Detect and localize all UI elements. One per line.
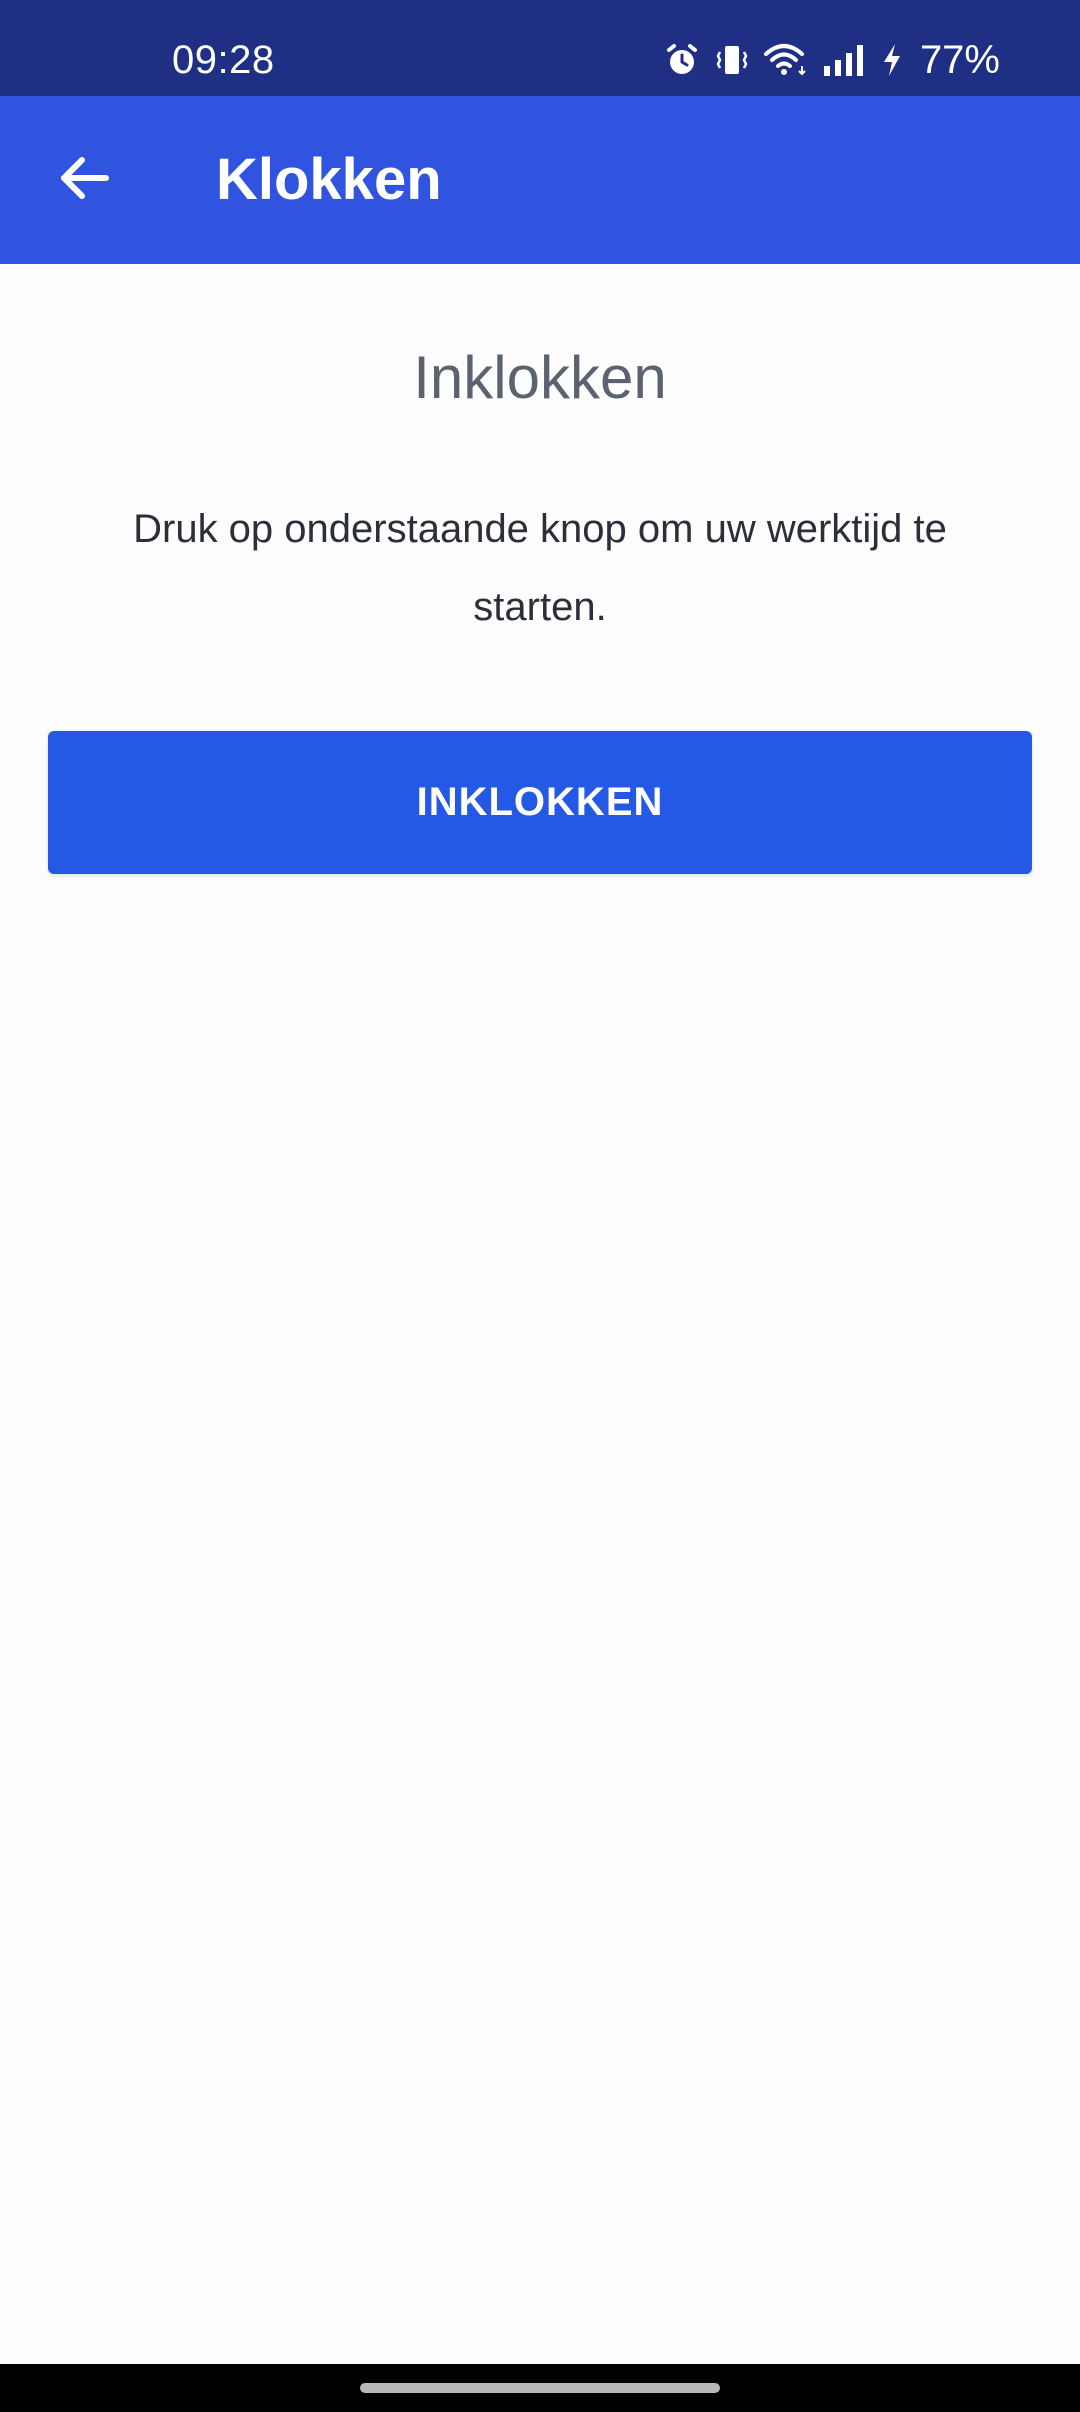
arrow-left-icon <box>56 150 112 211</box>
status-icons: 77% <box>664 37 1000 82</box>
clock-in-button[interactable]: INKLOKKEN <box>48 731 1032 874</box>
status-time: 09:28 <box>172 38 275 82</box>
instruction-text: Druk op onderstaande knop om uw werktijd… <box>133 507 947 629</box>
page-heading: Inklokken <box>413 344 667 411</box>
status-bar: 09:28 77% <box>0 0 1080 96</box>
charging-icon <box>880 42 904 78</box>
app-title: Klokken <box>216 147 442 212</box>
battery-percentage: 77% <box>919 37 1000 82</box>
screen: 09:28 77% Klokken Inklokken Druk op onde… <box>0 0 1080 2412</box>
home-indicator[interactable] <box>360 2383 720 2393</box>
wifi-icon <box>763 42 808 78</box>
signal-icon <box>822 42 866 78</box>
app-bar: Klokken <box>0 96 1080 264</box>
back-button[interactable] <box>44 140 124 220</box>
navigation-bar <box>0 2364 1080 2412</box>
vibrate-icon <box>714 42 750 78</box>
alarm-icon <box>664 42 700 78</box>
